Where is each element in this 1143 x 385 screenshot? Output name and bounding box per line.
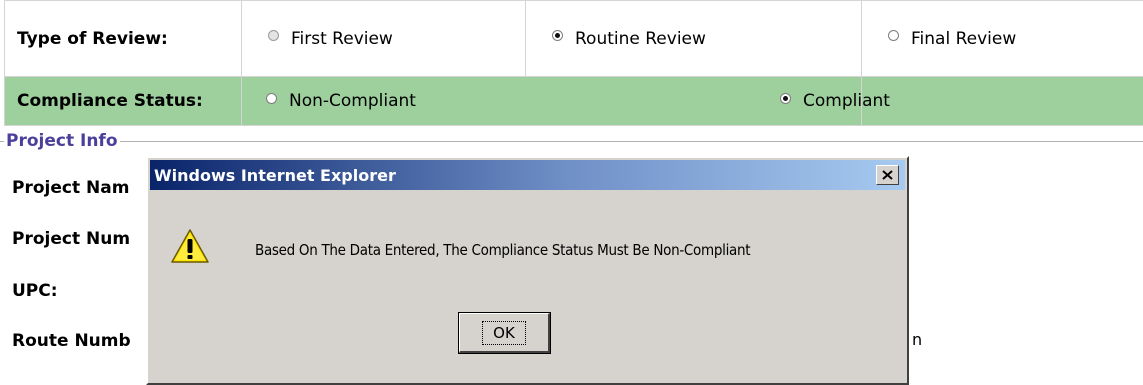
alert-dialog: Windows Internet Explorer Based On The D…: [146, 156, 909, 385]
project-info-legend: Project Info: [4, 131, 120, 151]
fieldset-border: [0, 141, 1143, 142]
partial-field-value: n: [912, 330, 923, 349]
review-type-row: Type of Review: First Review Routine Rev…: [4, 0, 1143, 77]
page: Type of Review: First Review Routine Rev…: [0, 0, 1143, 385]
radio-checked-icon[interactable]: [552, 30, 563, 41]
ok-button[interactable]: OK: [458, 312, 551, 354]
radio-unchecked-disabled-icon[interactable]: [268, 30, 279, 41]
close-icon: [882, 170, 893, 180]
warning-icon: [171, 229, 209, 263]
project-name-label: Project Nam: [12, 178, 130, 198]
upc-label: UPC:: [12, 281, 58, 301]
review-type-label: Type of Review:: [4, 0, 242, 77]
compliance-status-label: Compliance Status:: [4, 76, 242, 126]
radio-unchecked-icon[interactable]: [266, 92, 277, 104]
radio-checked-icon[interactable]: [780, 92, 791, 104]
dialog-close-button[interactable]: [876, 165, 899, 185]
radio-non-compliant-label: Non-Compliant: [289, 91, 416, 111]
radio-routine-review[interactable]: Routine Review: [526, 29, 861, 49]
radio-compliant-label: Compliant: [803, 91, 890, 111]
dialog-titlebar[interactable]: Windows Internet Explorer: [150, 160, 905, 190]
project-number-label: Project Num: [12, 229, 131, 249]
radio-first-review-label: First Review: [291, 28, 393, 49]
ok-button-label: OK: [482, 320, 526, 345]
radio-first-review[interactable]: First Review: [242, 29, 525, 49]
radio-routine-review-label: Routine Review: [575, 28, 706, 49]
radio-unchecked-icon[interactable]: [888, 30, 899, 41]
radio-final-review-label: Final Review: [911, 28, 1017, 49]
radio-compliant[interactable]: Compliant: [780, 91, 1143, 111]
dialog-message: Based On The Data Entered, The Complianc…: [255, 241, 751, 259]
review-table: Type of Review: First Review Routine Rev…: [4, 0, 1143, 126]
dialog-title: Windows Internet Explorer: [154, 165, 396, 185]
radio-non-compliant[interactable]: Non-Compliant: [242, 91, 861, 111]
compliance-status-row: Compliance Status: Non-Compliant Complia…: [4, 76, 1143, 126]
route-number-label: Route Numb: [12, 331, 131, 351]
radio-final-review[interactable]: Final Review: [862, 29, 1143, 49]
